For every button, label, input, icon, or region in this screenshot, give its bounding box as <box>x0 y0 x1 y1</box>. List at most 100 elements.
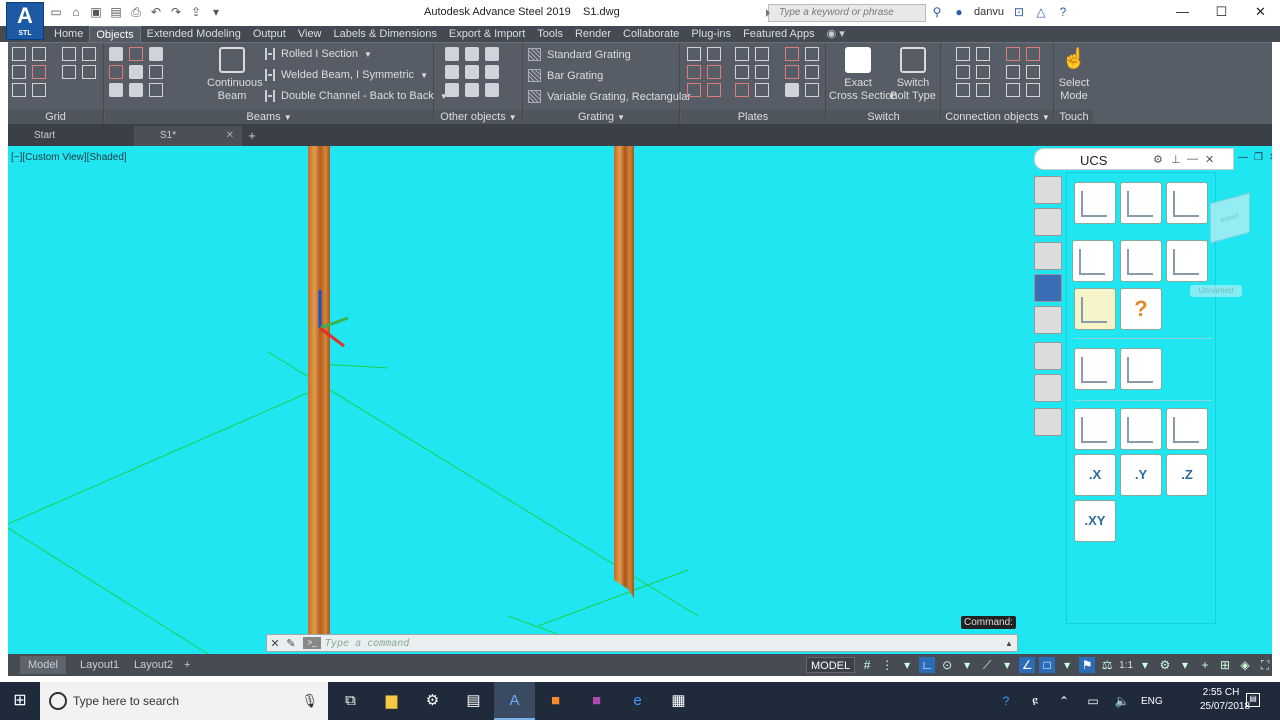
chevron-down-icon[interactable]: ▾ <box>959 657 975 673</box>
save-icon[interactable]: ▣ <box>88 5 104 19</box>
grid-boxes-icon[interactable] <box>82 47 96 61</box>
grid-4-icon[interactable] <box>32 47 46 61</box>
column-icon[interactable] <box>109 47 123 61</box>
plate-trap-icon[interactable] <box>735 65 749 79</box>
qat-dropdown-icon[interactable]: ▾ <box>208 5 224 19</box>
annotation-visibility-icon[interactable]: ⚑ <box>1079 657 1096 673</box>
binoculars-icon[interactable]: ⚲ <box>930 5 944 19</box>
gear-icon[interactable]: ⚙ <box>1153 153 1163 166</box>
chevron-up-icon[interactable]: ⌃ <box>1054 694 1074 708</box>
panel-other-objects-title[interactable]: Other objects ▼ <box>435 110 522 125</box>
help-icon[interactable]: ? <box>1056 5 1070 19</box>
model-space-toggle[interactable]: MODEL <box>806 657 856 673</box>
user-icon[interactable]: ● <box>952 5 966 19</box>
ucs-tool-icon[interactable] <box>1034 274 1062 302</box>
a360-icon[interactable]: △ <box>1034 5 1048 19</box>
tab-collaborate[interactable]: Collaborate <box>617 26 685 42</box>
standard-grating-item[interactable]: Standard Grating <box>528 48 631 61</box>
ucs-view-eye2-button[interactable] <box>1120 348 1162 390</box>
tab-close-icon[interactable]: ✕ <box>226 126 234 146</box>
profile-icon[interactable] <box>1034 342 1062 370</box>
gear-icon[interactable]: ⚙ <box>1157 657 1173 673</box>
ucs-view-button[interactable] <box>1072 240 1114 282</box>
panel-beams-title[interactable]: Beams ▼ <box>105 110 433 125</box>
anchor-pattern-icon[interactable] <box>976 83 990 97</box>
tab-extended-modeling[interactable]: Extended Modeling <box>141 26 247 42</box>
tab-featured-apps[interactable]: Featured Apps <box>737 26 821 42</box>
tab-view[interactable]: View <box>292 26 328 42</box>
object-track-icon[interactable]: ∠ <box>1019 657 1036 673</box>
clock[interactable]: 2:55 CH 25/07/2018 <box>1200 686 1250 714</box>
maximize-icon[interactable]: ☐ <box>1202 0 1241 24</box>
bend-icon[interactable] <box>1034 374 1062 402</box>
ucs-palette-header[interactable]: UCS ⚙ ⊥ — ✕ <box>1034 148 1234 170</box>
grid-15-icon[interactable] <box>62 47 76 61</box>
box-icon[interactable] <box>445 47 459 61</box>
keyword-search-input[interactable]: Type a keyword or phrase <box>766 4 926 22</box>
orange-app-icon[interactable]: ■ <box>535 682 576 720</box>
panel-connection-objects-title[interactable]: Connection objects ▼ <box>942 110 1053 125</box>
plate-icon[interactable] <box>687 47 701 61</box>
command-input[interactable]: Type a command <box>325 638 1005 649</box>
minimize-icon[interactable]: — <box>1238 152 1248 163</box>
rotate-z-button[interactable] <box>1166 408 1208 450</box>
ortho-icon[interactable]: ∟ <box>919 657 936 673</box>
language-indicator[interactable]: ENG <box>1141 696 1163 707</box>
ucs-xy-button[interactable]: .XY <box>1074 500 1116 542</box>
tab-start[interactable]: Start <box>8 126 130 146</box>
close-icon[interactable]: ✕ <box>1205 153 1214 166</box>
tab-labels-dimensions[interactable]: Labels & Dimensions <box>328 26 443 42</box>
ucs-face-button[interactable] <box>1166 240 1208 282</box>
tab-plugins[interactable]: Plug-ins <box>685 26 737 42</box>
disconnect-icon[interactable] <box>1026 83 1040 97</box>
tab-tools[interactable]: Tools <box>531 26 569 42</box>
shear-stud2-icon[interactable] <box>1026 65 1040 79</box>
new-tab-button[interactable]: + <box>242 126 262 146</box>
plus-icon[interactable]: + <box>1197 657 1213 673</box>
purlin-icon[interactable] <box>109 83 123 97</box>
user-name[interactable]: danvu <box>974 6 1004 18</box>
manager-icon[interactable] <box>1034 242 1062 270</box>
pin-icon[interactable]: ⊥ <box>1171 153 1181 166</box>
ucs-origin-button[interactable] <box>1074 182 1116 224</box>
viewcube[interactable]: RIGHT <box>1210 192 1250 244</box>
volume-icon[interactable]: 🔈 <box>1112 694 1132 708</box>
chevron-up-icon[interactable]: ▲ <box>1005 639 1017 648</box>
anchor-icon[interactable] <box>445 83 459 97</box>
shear-stud-icon[interactable] <box>1006 65 1020 79</box>
grid-icon[interactable]: # <box>859 657 875 673</box>
stairs-icon[interactable] <box>1034 408 1062 436</box>
grid-move-icon[interactable] <box>32 83 46 97</box>
steel-column[interactable] <box>308 146 330 638</box>
select-mode-button[interactable]: ☝ Select Mode <box>1055 47 1093 103</box>
pencil-icon[interactable] <box>465 83 479 97</box>
people-icon[interactable]: ዩ <box>1025 694 1045 709</box>
beam-split-icon[interactable] <box>129 83 143 97</box>
redo-icon[interactable]: ↷ <box>168 5 184 19</box>
panel-grating-title[interactable]: Grating ▼ <box>524 110 679 125</box>
beam-transform-icon[interactable] <box>149 65 163 79</box>
application-menu-button[interactable]: A STL <box>6 2 44 40</box>
folder-app-icon[interactable]: ▤ <box>453 682 494 720</box>
ucs-help-button[interactable]: ? <box>1120 288 1162 330</box>
battery-icon[interactable]: ▭ <box>1083 694 1103 708</box>
grid-circle-icon[interactable] <box>32 65 46 79</box>
close-icon[interactable]: ✕ <box>1241 0 1280 24</box>
plate-fold-icon[interactable] <box>707 83 721 97</box>
isolate-icon[interactable]: ◈ <box>1237 657 1253 673</box>
snap-icon[interactable]: ⋮ <box>879 657 895 673</box>
rolled-i-section-item[interactable]: Rolled I Section ▼ <box>265 48 372 60</box>
plate-shrink-icon[interactable] <box>805 83 819 97</box>
file-explorer-icon[interactable]: ▆ <box>371 682 412 720</box>
calculator-icon[interactable]: ▦ <box>658 682 699 720</box>
bolt-pattern-icon[interactable] <box>956 47 970 61</box>
units-icon[interactable]: ⊞ <box>1217 657 1233 673</box>
chevron-down-icon[interactable]: ▼ <box>420 71 428 80</box>
plate-red-icon[interactable] <box>687 65 701 79</box>
plate-check2-icon[interactable] <box>735 83 749 97</box>
grid-axis-icon[interactable] <box>12 47 26 61</box>
chevron-down-icon[interactable]: ▼ <box>364 50 372 59</box>
house-icon[interactable] <box>465 47 479 61</box>
chevron-down-icon[interactable]: ▾ <box>999 657 1015 673</box>
command-prompt-icon[interactable]: >_ <box>303 637 321 649</box>
